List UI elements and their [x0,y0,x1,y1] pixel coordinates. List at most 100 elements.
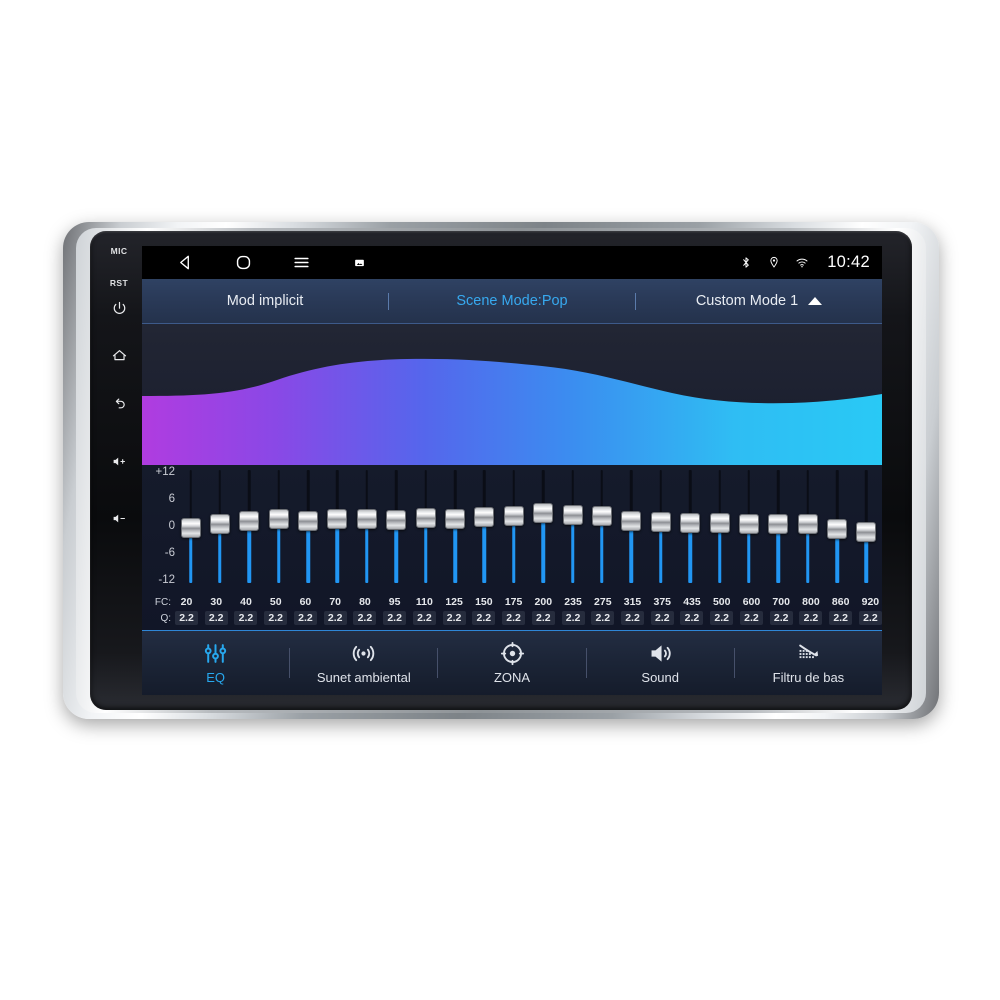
eq-slider-150[interactable] [473,470,496,583]
q-value-125[interactable]: 2.2 [442,611,466,625]
eq-slider-600[interactable] [737,470,760,583]
slider-thumb[interactable] [827,519,848,540]
q-value-435[interactable]: 2.2 [680,611,704,625]
q-value-800[interactable]: 2.2 [799,611,823,625]
q-value-20[interactable]: 2.2 [175,611,198,625]
tab-sunet-ambiental[interactable]: Sunet ambiental [290,631,437,695]
q-value-600[interactable]: 2.2 [739,611,763,625]
q-value-920[interactable]: 2.2 [858,611,882,625]
q-value-70[interactable]: 2.2 [323,611,347,625]
eq-slider-860[interactable] [826,470,849,583]
reset-key[interactable]: RST [110,278,128,288]
slider-thumb[interactable] [180,518,201,539]
slider-thumb[interactable] [709,513,730,534]
q-value-150[interactable]: 2.2 [472,611,496,625]
q-value-60[interactable]: 2.2 [293,611,317,625]
power-key[interactable] [111,300,128,317]
slider-thumb[interactable] [503,506,524,527]
slider-thumb[interactable] [856,522,877,543]
eq-slider-125[interactable] [444,470,467,583]
q-value-95[interactable]: 2.2 [383,611,407,625]
eq-slider-200[interactable] [532,470,555,583]
q-value-500[interactable]: 2.2 [710,611,734,625]
fc-value-80: 80 [359,596,371,608]
eq-slider-20[interactable] [179,470,202,583]
volume-down-key[interactable] [111,510,128,527]
nav-menu-button[interactable] [272,253,330,272]
tab-zona[interactable]: ZONA [438,631,585,695]
eq-slider-315[interactable] [620,470,643,583]
q-value-375[interactable]: 2.2 [650,611,674,625]
mode-default[interactable]: Mod implicit [142,279,388,323]
nav-back-button[interactable] [156,253,214,272]
eq-slider-800[interactable] [796,470,819,583]
slider-thumb[interactable] [209,513,230,534]
fc-value-275: 275 [594,596,612,608]
q-value-860[interactable]: 2.2 [829,611,853,625]
eq-slider-500[interactable] [708,470,731,583]
eq-slider-175[interactable] [502,470,525,583]
back-key[interactable] [111,396,128,413]
mode-scene[interactable]: Scene Mode:Pop [389,279,635,323]
slider-thumb[interactable] [562,505,583,526]
q-value-80[interactable]: 2.2 [353,611,377,625]
slider-thumb[interactable] [327,509,348,530]
slider-thumb[interactable] [797,513,818,534]
q-value-50[interactable]: 2.2 [264,611,288,625]
tab-sound[interactable]: Sound [587,631,734,695]
nav-home-button[interactable] [214,253,272,272]
eq-slider-920[interactable] [855,470,878,583]
eq-slider-50[interactable] [267,470,290,583]
slider-thumb[interactable] [268,508,289,529]
slider-thumb[interactable] [474,507,495,528]
q-value-235[interactable]: 2.2 [561,611,585,625]
q-value-315[interactable]: 2.2 [621,611,645,625]
q-value-30[interactable]: 2.2 [204,611,228,625]
q-value-200[interactable]: 2.2 [531,611,555,625]
slider-thumb[interactable] [533,502,554,523]
home-key[interactable] [111,347,128,364]
zone-target-icon [500,641,525,666]
slider-thumb[interactable] [650,512,671,533]
q-value-275[interactable]: 2.2 [591,611,615,625]
slider-thumb[interactable] [239,511,260,532]
tab-filtru-de-bas[interactable]: Filtru de bas [735,631,882,695]
caret-up-icon[interactable] [808,297,823,305]
eq-slider-60[interactable] [297,470,320,583]
slider-thumb[interactable] [356,508,377,529]
mode-custom[interactable]: Custom Mode 1 [636,279,882,323]
nav-screenshot-button[interactable] [330,253,388,272]
eq-slider-275[interactable] [590,470,613,583]
menu-icon [293,257,309,268]
eq-slider-235[interactable] [561,470,584,583]
eq-slider-435[interactable] [679,470,702,583]
q-value-40[interactable]: 2.2 [234,611,258,625]
q-value-110[interactable]: 2.2 [412,611,436,625]
slider-thumb[interactable] [621,510,642,531]
q-value-700[interactable]: 2.2 [769,611,793,625]
slider-track-lower [541,512,545,583]
slider-thumb[interactable] [680,512,701,533]
surround-sound-icon [351,641,376,666]
eq-slider-80[interactable] [355,470,378,583]
slider-thumb[interactable] [591,506,612,527]
slider-thumb[interactable] [298,510,319,531]
eq-slider-40[interactable] [238,470,261,583]
fc-value-375: 375 [653,596,672,608]
volume-up-key[interactable] [111,453,128,470]
slider-thumb[interactable] [738,513,759,534]
eq-slider-70[interactable] [326,470,349,583]
tab-eq[interactable]: EQ [142,631,289,695]
eq-slider-95[interactable] [385,470,408,583]
eq-slider-375[interactable] [649,470,672,583]
eq-slider-30[interactable] [208,470,231,583]
mic-key[interactable]: MIC [111,246,128,256]
q-value-175[interactable]: 2.2 [502,611,526,625]
slider-thumb[interactable] [415,508,436,529]
eq-slider-110[interactable] [414,470,437,583]
equalizer-panel: +12 6 0 -6 -12 FC: 20 30 40 50 60 70 80 95 110 12… [142,465,882,630]
eq-slider-700[interactable] [767,470,790,583]
slider-thumb[interactable] [768,514,789,535]
slider-thumb[interactable] [386,509,407,530]
slider-thumb[interactable] [445,509,466,530]
